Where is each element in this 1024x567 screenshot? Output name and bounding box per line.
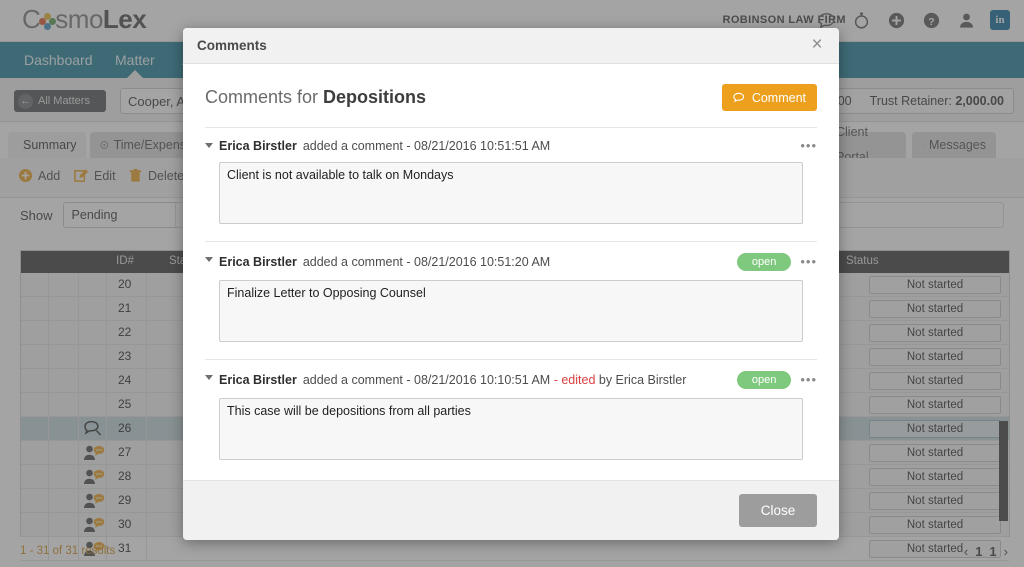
close-button[interactable]: Close [739,494,817,527]
close-icon[interactable]: × [807,36,827,56]
comment-item: Erica Birstler added a comment - 08/21/20… [205,359,817,477]
comments-heading-subject: Depositions [323,87,426,107]
more-options-icon[interactable]: ••• [800,257,817,267]
comment-list: Erica Birstler added a comment - 08/21/20… [205,127,817,477]
comment-actions: open ••• [737,371,817,389]
comment-header: Erica Birstler added a comment - 08/21/20… [205,371,817,389]
comment-author: Erica Birstler [219,373,297,387]
comment-item: Erica Birstler added a comment - 08/21/20… [205,241,817,359]
comment-meta: added a comment - 08/21/2016 10:51:51 AM [303,139,550,153]
comment-meta: added a comment - 08/21/2016 10:10:51 AM… [303,373,687,387]
modal-title: Comments [197,38,267,53]
comment-meta: added a comment - 08/21/2016 10:51:20 AM [303,255,550,269]
comment-actions: ••• [800,141,817,151]
comments-modal: Comments × Comments for Depositions Comm… [183,28,839,540]
add-comment-button[interactable]: Comment [722,84,817,111]
caret-down-icon[interactable] [205,143,213,148]
comments-heading-prefix: Comments for [205,87,323,107]
edited-by: by Erica Birstler [595,373,686,387]
comment-header: Erica Birstler added a comment - 08/21/20… [205,253,817,271]
more-options-icon[interactable]: ••• [800,375,817,385]
comment-author: Erica Birstler [219,255,297,269]
more-options-icon[interactable]: ••• [800,141,817,151]
modal-body: Comments for Depositions Comment Erica B… [183,64,839,480]
comment-header: Erica Birstler added a comment - 08/21/20… [205,139,817,153]
comment-status-badge[interactable]: open [737,371,791,389]
modal-header: Comments × [183,28,839,64]
comment-text-field[interactable] [219,280,803,342]
comment-text-field[interactable] [219,398,803,460]
modal-body-header: Comments for Depositions Comment [205,64,817,127]
comment-status-badge[interactable]: open [737,253,791,271]
modal-footer: Close [183,480,839,540]
application-window: C smoLex ROBINSON LAW FIRM [0,0,1024,567]
comment-author: Erica Birstler [219,139,297,153]
comment-item: Erica Birstler added a comment - 08/21/20… [205,127,817,241]
comments-heading: Comments for Depositions [205,87,426,108]
add-comment-label: Comment [752,91,806,105]
comment-text-field[interactable] [219,162,803,224]
comment-bubble-icon [733,92,746,104]
caret-down-icon[interactable] [205,257,213,262]
edited-label: - edited [550,373,595,387]
caret-down-icon[interactable] [205,375,213,380]
comment-actions: open ••• [737,253,817,271]
